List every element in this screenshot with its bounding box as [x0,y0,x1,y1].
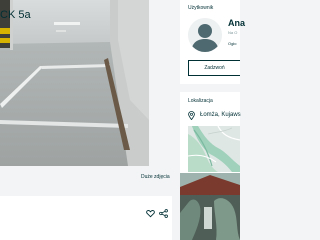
pin-icon [188,111,195,120]
listing-title-card [0,196,172,240]
map-image [188,126,240,172]
user-other-ads-link[interactable]: Ogło [228,41,236,46]
photo-counter-label[interactable]: Duże zdjęcia [141,174,170,180]
call-button-label: Zadzwoń [204,65,225,71]
user-member-since: Na O [228,30,238,35]
user-heading: Użytkownik [188,5,214,11]
user-name[interactable]: Ana [228,18,245,28]
parking-photo-image [0,0,149,166]
location-text: Łomża, Kujaws [200,112,241,118]
share-icon[interactable] [159,209,168,218]
location-heading: Lokalizacja [188,98,213,104]
related-ad-thumbnail[interactable] [180,173,240,240]
listing-title: CK 5a [0,9,31,21]
location-map[interactable] [188,126,240,172]
avatar[interactable] [188,18,222,52]
call-button[interactable]: Zadzwoń [188,60,240,76]
user-avatar-icon [188,18,222,52]
main-photo[interactable] [0,0,149,166]
related-ad-image [180,173,240,240]
heart-icon[interactable] [146,209,155,218]
